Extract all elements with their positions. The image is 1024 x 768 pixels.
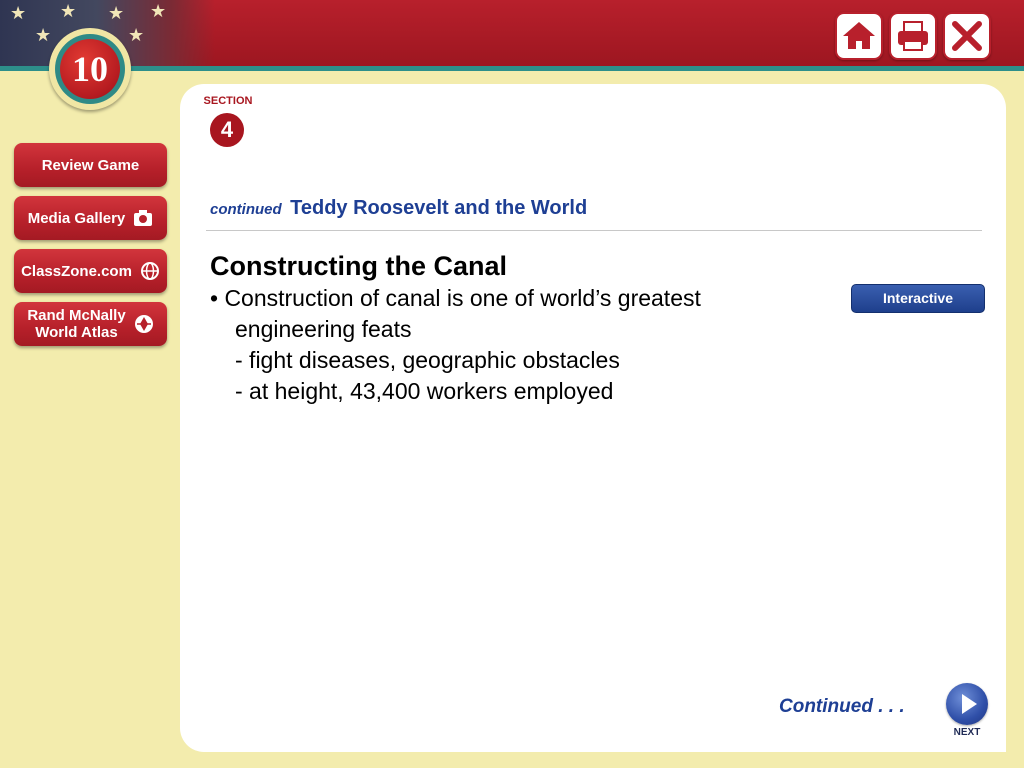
star-icon: ★ xyxy=(108,3,125,23)
classzone-label: ClassZone.com xyxy=(21,262,132,280)
chapter-number: 10 xyxy=(60,39,120,99)
bullet-line: • Construction of canal is one of world’… xyxy=(210,285,701,311)
slide-title: Constructing the Canal xyxy=(210,251,508,281)
star-icon: ★ xyxy=(128,25,145,45)
globe-icon xyxy=(140,262,159,280)
continued-label: Continued . . . xyxy=(779,696,905,717)
star-icon: ★ xyxy=(10,3,27,23)
interactive-button[interactable]: Interactive xyxy=(851,284,985,313)
review-game-button[interactable]: Review Game xyxy=(14,143,167,187)
rand-mcnally-label-line2: World Atlas xyxy=(35,324,118,341)
section-label: SECTION xyxy=(203,95,253,107)
review-game-label: Review Game xyxy=(41,156,140,174)
chapter-badge: 10 xyxy=(49,28,131,110)
home-icon xyxy=(843,22,875,49)
print-button[interactable] xyxy=(889,12,937,60)
continued-tag: continued xyxy=(210,201,282,218)
atlas-icon xyxy=(134,315,153,333)
home-button[interactable] xyxy=(835,12,883,60)
sub-bullet-line: - at height, 43,400 workers employed xyxy=(235,378,614,404)
close-button[interactable] xyxy=(943,12,991,60)
printer-icon xyxy=(898,21,928,51)
rand-mcnally-label-line1: Rand McNally xyxy=(27,307,126,324)
star-icon: ★ xyxy=(35,25,52,45)
classzone-button[interactable]: ClassZone.com xyxy=(14,249,167,293)
sub-bullet-line: - fight diseases, geographic obstacles xyxy=(235,347,620,373)
media-gallery-button[interactable]: Media Gallery xyxy=(14,196,167,240)
star-icon: ★ xyxy=(150,1,167,21)
banner-divider xyxy=(0,66,1024,71)
play-arrow-icon xyxy=(962,694,977,714)
camera-icon xyxy=(134,210,153,226)
section-title: Teddy Roosevelt and the World xyxy=(290,197,588,219)
content-panel xyxy=(180,84,1006,752)
header-divider xyxy=(206,230,982,231)
chapter-heading: continued Teddy Roosevelt and the World xyxy=(210,197,587,220)
rand-mcnally-label: Rand McNally World Atlas xyxy=(27,307,125,341)
next-button[interactable] xyxy=(946,683,988,725)
close-icon xyxy=(952,21,982,51)
bullet-line-continued: engineering feats xyxy=(235,316,412,342)
media-gallery-label: Media Gallery xyxy=(27,209,126,227)
rand-mcnally-atlas-button[interactable]: Rand McNally World Atlas xyxy=(14,302,167,346)
section-number: 4 xyxy=(210,113,244,147)
star-icon: ★ xyxy=(60,1,77,21)
next-label: NEXT xyxy=(953,727,981,738)
